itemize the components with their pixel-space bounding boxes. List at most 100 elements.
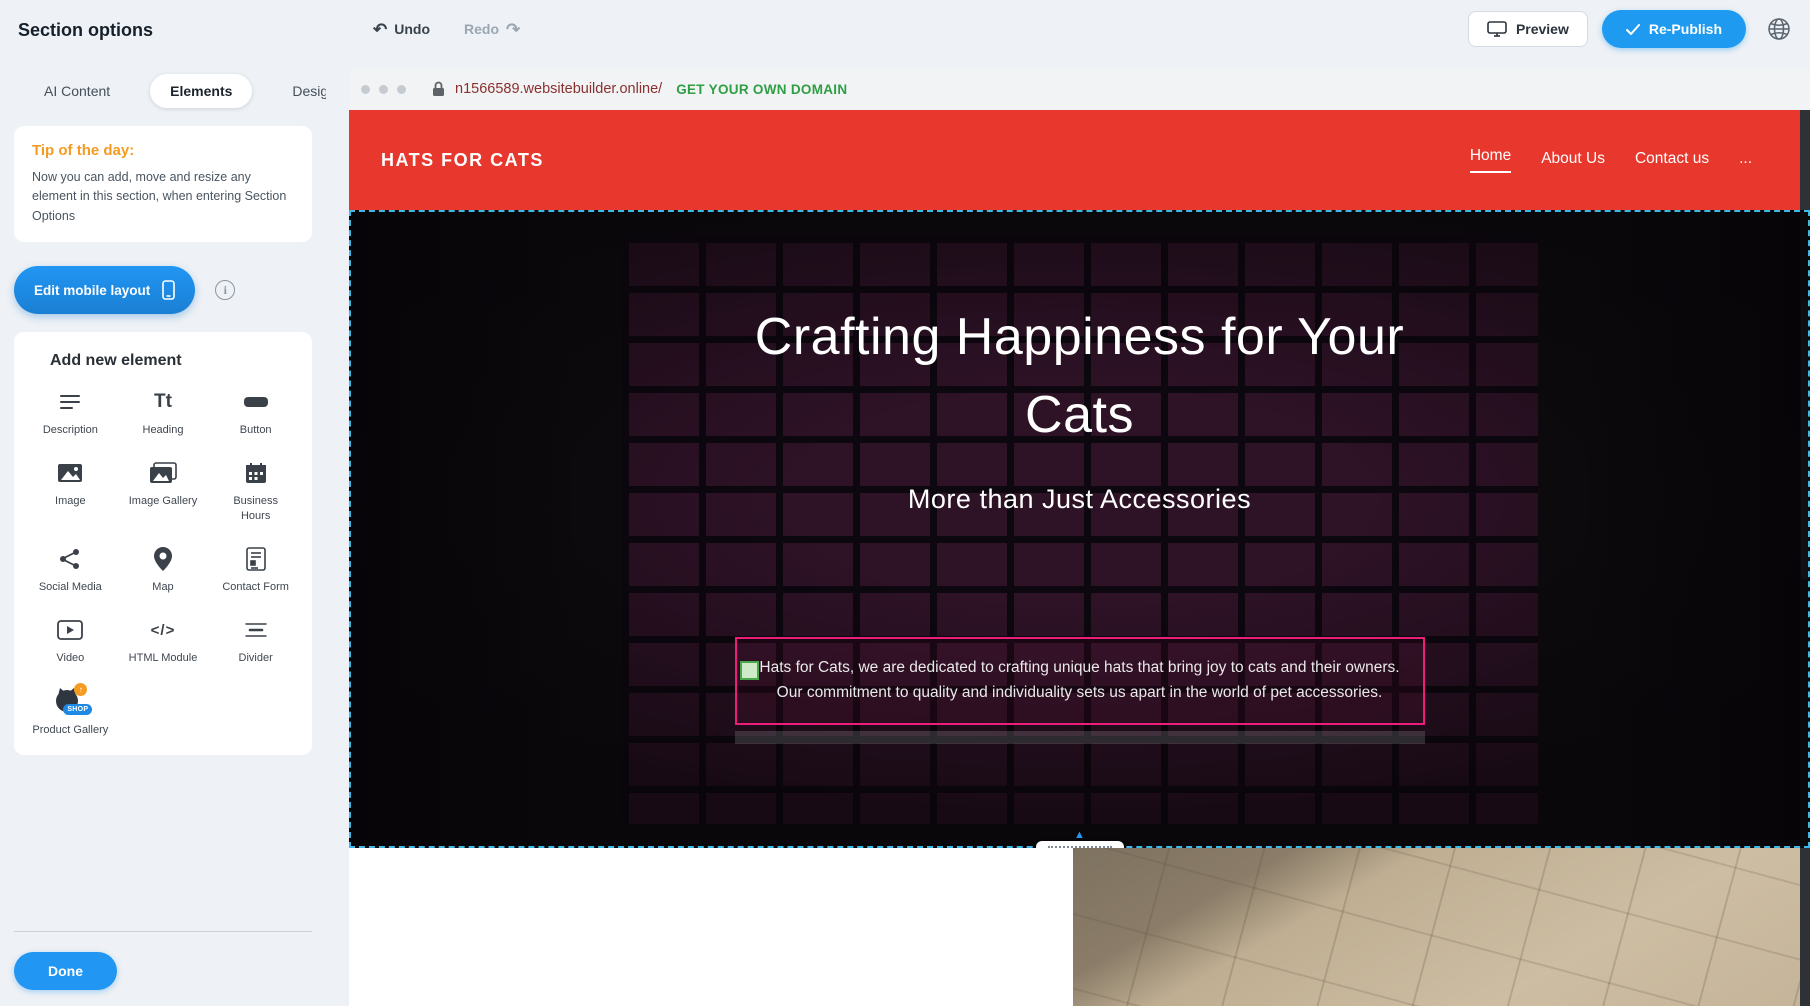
lock-icon <box>432 81 445 97</box>
hero-subtitle[interactable]: More than Just Accessories <box>908 484 1251 515</box>
element-label: Image Gallery <box>129 494 197 508</box>
sidebar-footer: Done <box>0 913 326 1006</box>
resize-pill[interactable] <box>1036 841 1124 848</box>
undo-redo-group: ↶ Undo Redo ↷ <box>373 0 520 58</box>
tip-title: Tip of the day: <box>32 142 294 159</box>
element-label: Map <box>152 580 173 594</box>
topbar-actions: Preview Re-Publish <box>1468 0 1798 58</box>
element-product-gallery[interactable]: SHOP ↑ Product Gallery <box>24 688 117 737</box>
window-controls <box>361 85 406 94</box>
edit-mobile-label: Edit mobile layout <box>34 283 150 298</box>
element-heading[interactable]: Tt Heading <box>117 388 210 437</box>
site-logo[interactable]: HATS FOR CATS <box>381 150 544 171</box>
plus-badge: ↑ <box>74 683 87 696</box>
undo-label: Undo <box>394 21 430 37</box>
divider-icon <box>244 616 268 644</box>
element-social-media[interactable]: Social Media <box>24 545 117 594</box>
done-button[interactable]: Done <box>14 952 117 990</box>
get-domain-link[interactable]: GET YOUR OWN DOMAIN <box>676 82 847 97</box>
element-image[interactable]: Image <box>24 459 117 523</box>
element-divider[interactable]: Divider <box>209 616 302 665</box>
product-gallery-icon: SHOP ↑ <box>53 688 87 716</box>
social-media-icon <box>59 545 81 573</box>
page-title: Section options <box>18 20 153 41</box>
element-contact-form[interactable]: Contact Form <box>209 545 302 594</box>
html-module-icon: </> <box>151 616 176 644</box>
browser-chrome: n1566589.websitebuilder.online/ GET YOUR… <box>349 68 1810 110</box>
section-resize-handle[interactable]: ▲ ▼ <box>1035 830 1125 848</box>
next-section[interactable] <box>349 848 1810 1006</box>
image-icon <box>57 459 83 487</box>
image-gallery-icon <box>149 459 177 487</box>
element-button[interactable]: Button <box>209 388 302 437</box>
nav-contact-us[interactable]: Contact us <box>1635 150 1709 170</box>
element-label: Video <box>56 651 84 665</box>
undo-button[interactable]: ↶ Undo <box>373 21 430 38</box>
selected-text-element[interactable]: Hats for Cats, we are dedicated to craft… <box>735 637 1425 725</box>
element-map[interactable]: Map <box>117 545 210 594</box>
contact-form-icon <box>246 545 266 573</box>
element-label: Product Gallery <box>32 723 108 737</box>
site-nav: Home About Us Contact us ... <box>1470 110 1752 210</box>
heading-icon: Tt <box>154 388 172 416</box>
address-url[interactable]: n1566589.websitebuilder.online/ <box>455 81 662 97</box>
site-header[interactable]: HATS FOR CATS Home About Us Contact us .… <box>349 110 1810 210</box>
element-label: Contact Form <box>222 580 289 594</box>
element-label: Social Media <box>39 580 102 594</box>
element-label: Business Hours <box>218 494 294 523</box>
nav-home[interactable]: Home <box>1470 147 1511 173</box>
map-icon <box>154 545 172 573</box>
element-label: HTML Module <box>129 651 198 665</box>
monitor-icon <box>1487 21 1507 37</box>
element-html-module[interactable]: </> HTML Module <box>117 616 210 665</box>
hero-section[interactable]: Crafting Happiness for Your Cats More th… <box>349 210 1810 848</box>
phone-icon <box>162 280 175 300</box>
tip-body: Now you can add, move and resize any ele… <box>32 168 294 226</box>
shop-badge: SHOP <box>63 704 92 715</box>
hero-title[interactable]: Crafting Happiness for Your Cats <box>750 298 1410 454</box>
element-label: Button <box>240 423 272 437</box>
business-hours-icon <box>245 459 267 487</box>
edit-mobile-layout-button[interactable]: Edit mobile layout <box>14 266 195 314</box>
preview-button[interactable]: Preview <box>1468 11 1588 47</box>
nav-more[interactable]: ... <box>1739 150 1752 170</box>
redo-label: Redo <box>464 21 499 37</box>
nav-about-us[interactable]: About Us <box>1541 150 1605 170</box>
hero-content: Crafting Happiness for Your Cats More th… <box>349 210 1810 848</box>
preview-label: Preview <box>1516 21 1569 37</box>
video-icon <box>57 616 83 644</box>
undo-icon: ↶ <box>373 21 387 38</box>
app: Section options ↶ Undo Redo ↷ Preview <box>0 0 1810 1006</box>
element-label: Heading <box>143 423 184 437</box>
button-icon <box>243 388 269 416</box>
element-grid: Description Tt Heading Button Ima <box>24 388 302 737</box>
resize-arrow-up-icon: ▲ <box>1074 830 1085 841</box>
info-icon[interactable]: i <box>215 280 235 300</box>
sidebar-tabs: AI Content Elements Design <box>40 74 326 108</box>
redo-button[interactable]: Redo ↷ <box>464 21 520 38</box>
element-image-gallery[interactable]: Image Gallery <box>117 459 210 523</box>
element-description[interactable]: Description <box>24 388 117 437</box>
element-label: Image <box>55 494 86 508</box>
language-globe-button[interactable] <box>1760 10 1798 48</box>
element-label: Description <box>43 423 98 437</box>
hero-body-text[interactable]: Hats for Cats, we are dedicated to craft… <box>737 656 1423 706</box>
check-icon <box>1626 24 1640 35</box>
window-dot <box>397 85 406 94</box>
element-label: Divider <box>239 651 273 665</box>
mobile-layout-row: Edit mobile layout i <box>14 266 312 314</box>
drag-handle[interactable] <box>740 661 759 680</box>
stone-floor-image <box>1073 848 1810 1006</box>
topbar: Section options ↶ Undo Redo ↷ Preview <box>0 0 1810 58</box>
element-business-hours[interactable]: Business Hours <box>209 459 302 523</box>
globe-icon <box>1766 16 1792 42</box>
redo-icon: ↷ <box>506 21 520 38</box>
element-video[interactable]: Video <box>24 616 117 665</box>
add-element-title: Add new element <box>50 352 302 370</box>
tab-ai-content[interactable]: AI Content <box>40 74 114 108</box>
tab-elements[interactable]: Elements <box>150 74 252 108</box>
tip-card: Tip of the day: Now you can add, move an… <box>14 126 312 242</box>
republish-button[interactable]: Re-Publish <box>1602 10 1746 48</box>
add-element-panel: Add new element Description Tt Heading <box>14 332 312 755</box>
republish-label: Re-Publish <box>1649 21 1722 37</box>
